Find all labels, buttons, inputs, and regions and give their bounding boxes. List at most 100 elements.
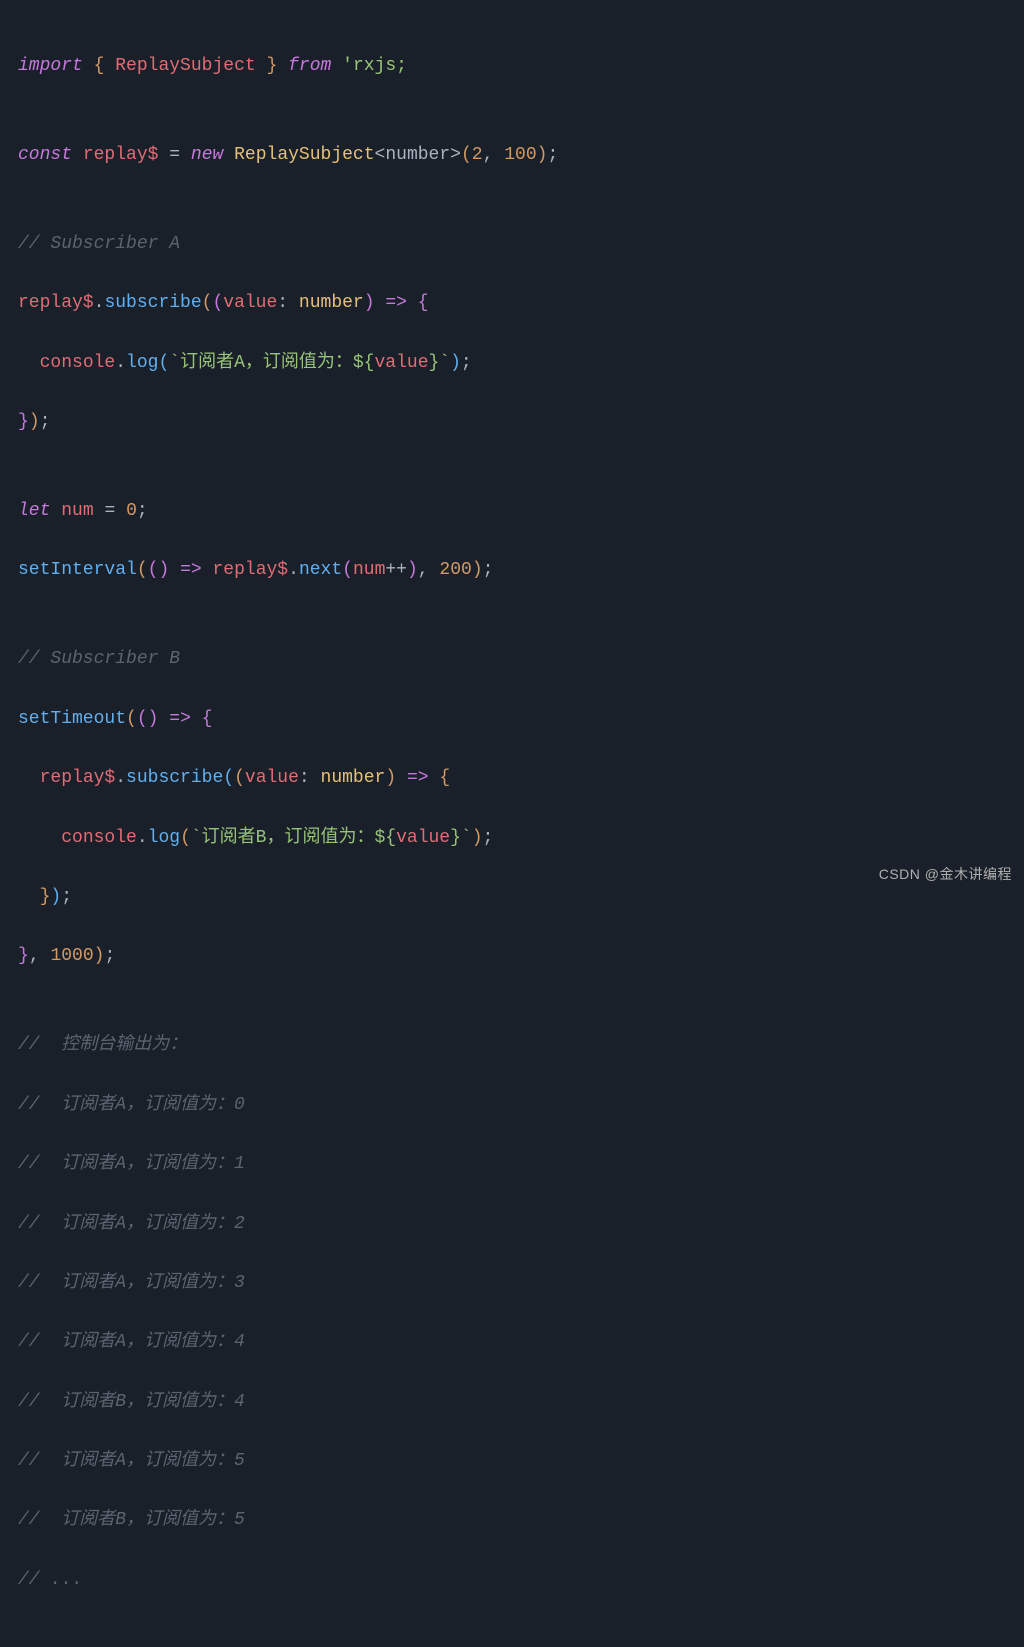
arrow: =>: [407, 768, 429, 788]
code-line: const replay$ = new ReplaySubject<number…: [18, 141, 1006, 171]
comment: // 订阅者A，订阅值为：0: [18, 1095, 245, 1115]
paren: ): [94, 946, 105, 966]
code-line: // 订阅者A，订阅值为：2: [18, 1210, 1006, 1240]
code-line: setInterval(() => replay$.next(num++), 2…: [18, 556, 1006, 586]
method: next: [299, 560, 342, 580]
paren: (: [180, 828, 191, 848]
identifier: num: [353, 560, 385, 580]
paren: ): [385, 768, 396, 788]
paren: ): [472, 828, 483, 848]
identifier: ReplaySubject: [115, 56, 255, 76]
code-line: console.log(`订阅者A，订阅值为：${value}`);: [18, 349, 1006, 379]
paren: ): [450, 353, 461, 373]
identifier: num: [61, 501, 93, 521]
paren: (: [137, 709, 148, 729]
comment: // 订阅者A，订阅值为：1: [18, 1154, 245, 1174]
comment: // 控制台输出为：: [18, 1035, 187, 1055]
comment: // Subscriber B: [18, 649, 180, 669]
code-line: replay$.subscribe((value: number) => {: [18, 289, 1006, 319]
eq: =: [104, 501, 115, 521]
keyword-const: const: [18, 145, 72, 165]
colon: :: [299, 768, 310, 788]
brace: {: [418, 293, 429, 313]
comment: // 订阅者A，订阅值为：5: [18, 1451, 245, 1471]
paren: ): [472, 560, 483, 580]
brace: }: [267, 56, 278, 76]
interp-var: value: [396, 828, 450, 848]
generic: <number>: [375, 145, 461, 165]
arrow: =>: [180, 560, 202, 580]
param: value: [245, 768, 299, 788]
semi: ;: [61, 887, 72, 907]
number: 0: [126, 501, 137, 521]
number: 1000: [50, 946, 93, 966]
paren: (: [158, 353, 169, 373]
paren: (: [202, 293, 213, 313]
param: value: [223, 293, 277, 313]
semi: ;: [461, 353, 472, 373]
comment: // 订阅者A，订阅值为：2: [18, 1214, 245, 1234]
code-line: setTimeout(() => {: [18, 705, 1006, 735]
colon: :: [277, 293, 288, 313]
code-line: let num = 0;: [18, 497, 1006, 527]
type: number: [299, 293, 364, 313]
semi: ;: [483, 828, 494, 848]
paren: ): [29, 412, 40, 432]
code-line: // 订阅者A，订阅值为：0: [18, 1091, 1006, 1121]
comma: ,: [418, 560, 429, 580]
paren: ): [50, 887, 61, 907]
semi: ;: [137, 501, 148, 521]
arrow: =>: [169, 709, 191, 729]
function: setInterval: [18, 560, 137, 580]
semi: ;: [483, 560, 494, 580]
paren: (: [461, 145, 472, 165]
semi: ;: [547, 145, 558, 165]
brace: {: [439, 768, 450, 788]
method: log: [126, 353, 158, 373]
paren: ): [148, 709, 159, 729]
class-name: ReplaySubject: [234, 145, 374, 165]
code-line: // Subscriber A: [18, 230, 1006, 260]
paren: (: [137, 560, 148, 580]
keyword-from: from: [288, 56, 331, 76]
keyword-let: let: [18, 501, 50, 521]
comment: // 订阅者B，订阅值为：4: [18, 1392, 245, 1412]
operator: ++: [385, 560, 407, 580]
dot: .: [94, 293, 105, 313]
comment: // Subscriber A: [18, 234, 180, 254]
code-line: }, 1000);: [18, 942, 1006, 972]
comment: // ...: [18, 1570, 83, 1590]
number: 200: [439, 560, 471, 580]
template-string: }`: [429, 353, 451, 373]
code-block: import { ReplaySubject } from 'rxjs; con…: [0, 0, 1024, 1647]
code-line: // 订阅者B，订阅值为：5: [18, 1506, 1006, 1536]
comment: // 订阅者A，订阅值为：4: [18, 1332, 245, 1352]
method: subscribe: [126, 768, 223, 788]
paren: ): [158, 560, 169, 580]
comma: ,: [29, 946, 40, 966]
brace: }: [18, 412, 29, 432]
paren: (: [223, 768, 234, 788]
code-line: // 订阅者A，订阅值为：1: [18, 1150, 1006, 1180]
paren: ): [364, 293, 375, 313]
code-line: // ...: [18, 1566, 1006, 1596]
watermark-text: CSDN @金木讲编程: [879, 863, 1012, 886]
dot: .: [288, 560, 299, 580]
code-line: // 订阅者A，订阅值为：5: [18, 1447, 1006, 1477]
code-line: console.log(`订阅者B，订阅值为：${value}`);: [18, 824, 1006, 854]
code-line: // 订阅者A，订阅值为：4: [18, 1328, 1006, 1358]
brace: {: [202, 709, 213, 729]
code-line: replay$.subscribe((value: number) => {: [18, 764, 1006, 794]
code-line: // 订阅者A，订阅值为：3: [18, 1269, 1006, 1299]
function: setTimeout: [18, 709, 126, 729]
keyword-import: import: [18, 56, 83, 76]
dot: .: [115, 768, 126, 788]
method: subscribe: [104, 293, 201, 313]
arrow: =>: [385, 293, 407, 313]
identifier: console: [40, 353, 116, 373]
paren: ): [537, 145, 548, 165]
comma: ,: [483, 145, 494, 165]
semi: ;: [104, 946, 115, 966]
paren: (: [212, 293, 223, 313]
type: number: [321, 768, 386, 788]
